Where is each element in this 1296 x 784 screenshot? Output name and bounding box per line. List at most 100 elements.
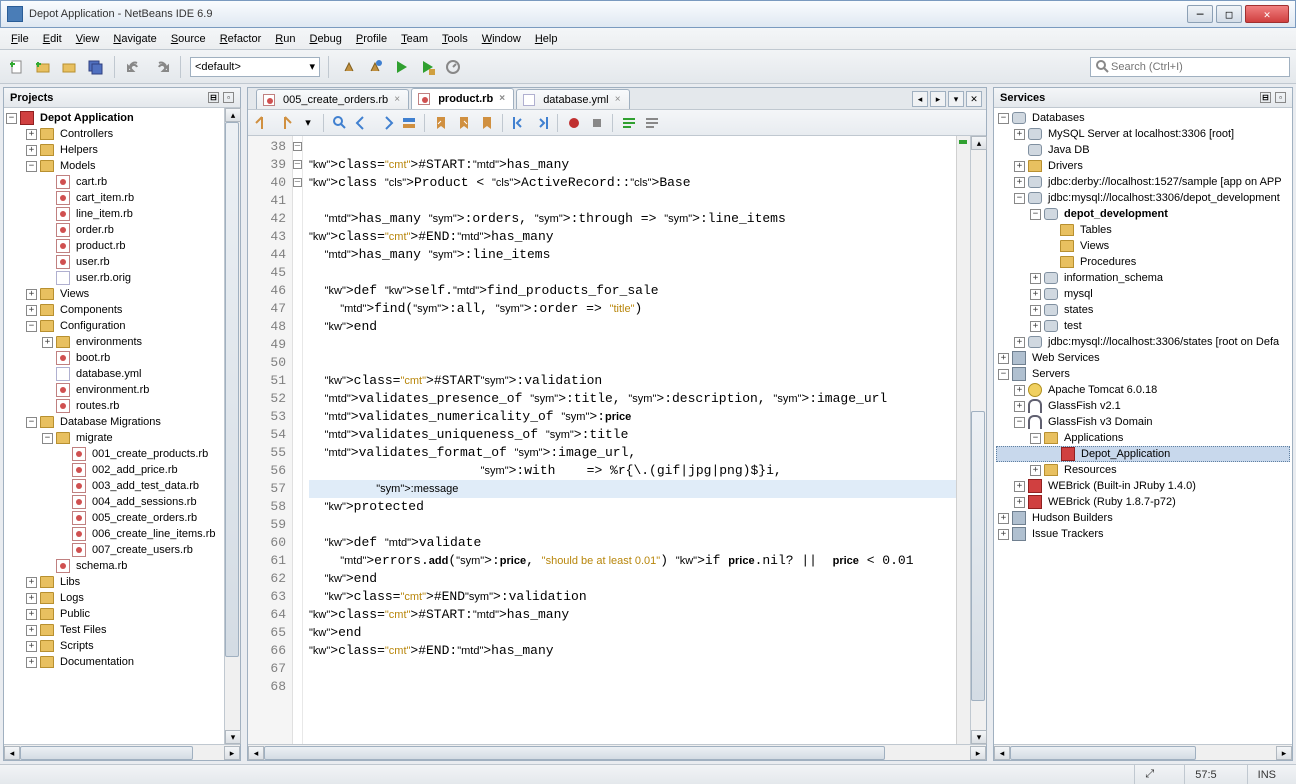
scroll-right-icon[interactable]: ▸ [224,746,240,760]
projects-tree[interactable]: −Depot Application+Controllers+Helpers−M… [4,108,224,744]
svc-item[interactable]: Java DB [996,142,1290,158]
svc-item[interactable]: −Applications [996,430,1290,446]
new-project-icon[interactable] [32,56,54,78]
ed-scroll-up-icon[interactable]: ▴ [971,136,987,150]
ed-scroll-down-icon[interactable]: ▾ [971,730,987,744]
fold-gutter[interactable]: − − − [293,136,303,744]
ed-scroll-left-icon[interactable]: ◂ [248,746,264,760]
svc-item[interactable]: +test [996,318,1290,334]
svc-item[interactable]: +Resources [996,462,1290,478]
tree-item[interactable]: +environments [6,334,222,350]
svc-item[interactable]: +jdbc:derby://localhost:1527/sample [app… [996,174,1290,190]
tree-item[interactable]: user.rb [6,254,222,270]
tab-database.yml[interactable]: database.yml× [516,89,629,109]
tab-nav-1[interactable]: ▸ [930,91,946,107]
comment-icon[interactable] [619,113,639,133]
menu-refactor[interactable]: Refactor [213,30,269,48]
scroll-up-icon[interactable]: ▴ [225,108,241,122]
tree-item[interactable]: +Controllers [6,126,222,142]
tab-close-icon[interactable]: × [497,94,507,104]
error-stripe[interactable] [956,136,970,744]
tree-item[interactable]: 001_create_products.rb [6,446,222,462]
tree-item[interactable]: cart.rb [6,174,222,190]
svc-item[interactable]: +Issue Trackers [996,526,1290,542]
svc-item[interactable]: −Databases [996,110,1290,126]
tree-item[interactable]: schema.rb [6,558,222,574]
new-file-icon[interactable] [6,56,28,78]
tree-item[interactable]: routes.rb [6,398,222,414]
svc-item[interactable]: −Servers [996,366,1290,382]
svc-item[interactable]: +GlassFish v2.1 [996,398,1290,414]
tree-item[interactable]: environment.rb [6,382,222,398]
search-input[interactable] [1111,61,1285,73]
shift-right-icon[interactable] [532,113,552,133]
find-next-icon[interactable] [376,113,396,133]
clean-build-icon[interactable] [364,56,386,78]
tree-item[interactable]: cart_item.rb [6,190,222,206]
code-area[interactable]: "kw">class="cmt">#START:"mtd">has_many "… [303,136,956,744]
tree-item[interactable]: +Public [6,606,222,622]
menu-help[interactable]: Help [528,30,565,48]
tree-item[interactable]: 007_create_users.rb [6,542,222,558]
svc-scroll-left-icon[interactable]: ◂ [994,746,1010,760]
tree-item[interactable]: 006_create_line_items.rb [6,526,222,542]
prev-bm-icon[interactable] [431,113,451,133]
menu-debug[interactable]: Debug [302,30,348,48]
services-tree[interactable]: −Databases+MySQL Server at localhost:330… [994,108,1292,744]
tree-item[interactable]: 005_create_orders.rb [6,510,222,526]
find-sel-icon[interactable] [330,113,350,133]
ed-scroll-right-icon[interactable]: ▸ [970,746,986,760]
open-project-icon[interactable] [58,56,80,78]
tree-item[interactable]: order.rb [6,222,222,238]
svc-item[interactable]: +MySQL Server at localhost:3306 [root] [996,126,1290,142]
toggle-bm-icon[interactable] [477,113,497,133]
tree-item[interactable]: user.rb.orig [6,270,222,286]
project-root[interactable]: −Depot Application [6,110,222,126]
tree-item[interactable]: database.yml [6,366,222,382]
tree-item[interactable]: +Documentation [6,654,222,670]
svc-item[interactable]: +jdbc:mysql://localhost:3306/states [roo… [996,334,1290,350]
undo-icon[interactable] [124,56,146,78]
tree-item[interactable]: 004_add_sessions.rb [6,494,222,510]
menu-navigate[interactable]: Navigate [106,30,163,48]
tree-item[interactable]: −Database Migrations [6,414,222,430]
tree-item[interactable]: +Helpers [6,142,222,158]
tab-005_create_orders.rb[interactable]: 005_create_orders.rb× [256,89,409,109]
svc-item[interactable]: +Web Services [996,350,1290,366]
tree-item[interactable]: boot.rb [6,350,222,366]
svc-item[interactable]: Procedures [996,254,1290,270]
tree-item[interactable]: +Test Files [6,622,222,638]
menu-window[interactable]: Window [475,30,528,48]
menu-run[interactable]: Run [268,30,302,48]
status-resize-icon[interactable]: ⤢ [1134,765,1164,784]
menu-source[interactable]: Source [164,30,213,48]
config-combo[interactable]: <default>▾ [190,57,320,77]
insert-mode[interactable]: INS [1247,765,1286,784]
svc-item[interactable]: +Hudson Builders [996,510,1290,526]
svc-item[interactable]: +states [996,302,1290,318]
svc-item[interactable]: Views [996,238,1290,254]
shift-left-icon[interactable] [509,113,529,133]
svc-item[interactable]: −jdbc:mysql://localhost:3306/depot_devel… [996,190,1290,206]
close-button[interactable]: ✕ [1245,5,1289,23]
tree-item[interactable]: +Components [6,302,222,318]
svc-pin-icon[interactable]: ▫ [1275,92,1286,103]
tab-product.rb[interactable]: product.rb× [411,88,514,109]
svc-item[interactable]: Tables [996,222,1290,238]
svc-item[interactable]: +Drivers [996,158,1290,174]
uncomment-icon[interactable] [642,113,662,133]
tree-item[interactable]: line_item.rb [6,206,222,222]
redo-icon[interactable] [150,56,172,78]
minimize-button[interactable]: ─ [1187,5,1213,23]
debug-icon[interactable] [416,56,438,78]
tree-item[interactable]: 003_add_test_data.rb [6,478,222,494]
svc-item[interactable]: +information_schema [996,270,1290,286]
tab-nav-2[interactable]: ▾ [948,91,964,107]
tree-item[interactable]: 002_add_price.rb [6,462,222,478]
tree-item[interactable]: +Scripts [6,638,222,654]
history-fwd-icon[interactable] [275,113,295,133]
toggle-hl-icon[interactable] [399,113,419,133]
menu-file[interactable]: File [4,30,36,48]
tab-close-icon[interactable]: × [392,95,402,105]
menu-edit[interactable]: Edit [36,30,69,48]
